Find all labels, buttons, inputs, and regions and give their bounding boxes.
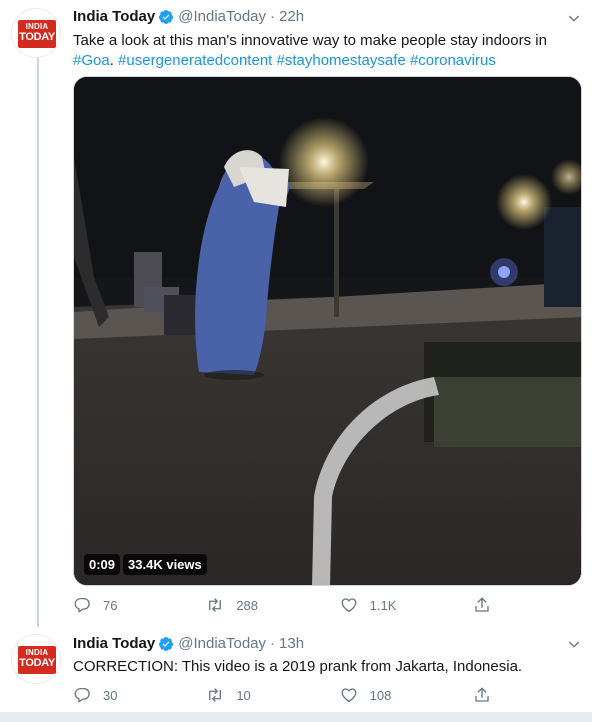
heart-icon (341, 688, 357, 703)
like-count: 1.1K (369, 597, 397, 613)
logo-line-2: TODAY (19, 31, 55, 43)
tweet-1[interactable]: INDIA TODAY India Today @IndiaToday · 22… (0, 0, 592, 630)
hashtag-stayhomestaysafe[interactable]: #stayhomestaysafe (277, 52, 406, 69)
author-name[interactable]: India Today (73, 635, 155, 652)
timestamp[interactable]: 22h (279, 8, 304, 25)
timestamp[interactable]: 13h (279, 635, 304, 652)
video-frame (74, 77, 581, 585)
india-today-logo: INDIA TODAY (18, 646, 56, 674)
logo-line-2: TODAY (19, 657, 55, 669)
separator-dot: · (270, 8, 276, 25)
tweet-actions: 76 288 1.1K (73, 596, 503, 614)
author-handle[interactable]: @IndiaToday (178, 8, 266, 25)
separator-dot: · (270, 635, 276, 652)
hashtag-coronavirus[interactable]: #coronavirus (410, 52, 496, 69)
share-icon (475, 687, 489, 702)
chevron-down-icon[interactable] (566, 636, 582, 652)
share-icon (475, 597, 489, 612)
hashtag-usergeneratedcontent[interactable]: #usergeneratedcontent (118, 52, 272, 69)
retweet-count: 10 (236, 687, 251, 703)
tweet-text: CORRECTION: This video is a 2019 prank f… (73, 657, 573, 677)
verified-badge-icon (159, 9, 174, 24)
heart-icon (341, 598, 357, 613)
logo-line-1: INDIA (25, 22, 49, 31)
retweet-button[interactable]: 10 (206, 686, 339, 704)
reply-icon (74, 687, 90, 703)
chevron-down-icon[interactable] (566, 10, 582, 26)
like-count: 108 (369, 687, 392, 703)
retweet-icon (209, 598, 222, 612)
tweet-body-text: CORRECTION: This video is a 2019 prank f… (73, 658, 523, 675)
video-player[interactable]: 0:09 33.4K views (73, 76, 582, 586)
like-button[interactable]: 108 (340, 686, 473, 704)
tweet-text: Take a look at this man's innovative way… (73, 32, 547, 69)
video-duration: 0:09 (84, 554, 121, 575)
reply-icon (74, 597, 90, 613)
india-today-logo: INDIA TODAY (18, 20, 56, 48)
retweet-count: 288 (236, 597, 259, 613)
reply-button[interactable]: 30 (73, 686, 206, 704)
timeline-divider (0, 712, 592, 722)
retweet-button[interactable]: 288 (206, 596, 339, 614)
author-handle[interactable]: @IndiaToday (178, 635, 266, 652)
hashtag-goa[interactable]: #Goa (73, 52, 110, 69)
retweet-icon (209, 688, 222, 702)
like-button[interactable]: 1.1K (340, 596, 473, 614)
tweet-header: India Today @IndiaToday · 13h (73, 635, 304, 652)
reply-button[interactable]: 76 (73, 596, 206, 614)
share-button[interactable] (473, 686, 503, 704)
reply-count: 30 (103, 687, 118, 703)
avatar[interactable]: INDIA TODAY (11, 8, 61, 58)
reply-count: 76 (103, 597, 118, 613)
video-views: 33.4K views (123, 554, 207, 575)
tweet-body-text: Take a look at this man's innovative way… (73, 32, 547, 49)
share-button[interactable] (473, 596, 503, 614)
tweet-header: India Today @IndiaToday · 22h (73, 8, 304, 25)
verified-badge-icon (159, 636, 174, 651)
avatar[interactable]: INDIA TODAY (11, 634, 61, 684)
tweet-actions: 30 10 108 (73, 686, 503, 704)
author-name[interactable]: India Today (73, 8, 155, 25)
video-meta: 0:09 33.4K views (84, 554, 210, 575)
logo-line-1: INDIA (25, 648, 49, 657)
tweet-2[interactable]: INDIA TODAY India Today @IndiaToday · 13… (0, 630, 592, 712)
